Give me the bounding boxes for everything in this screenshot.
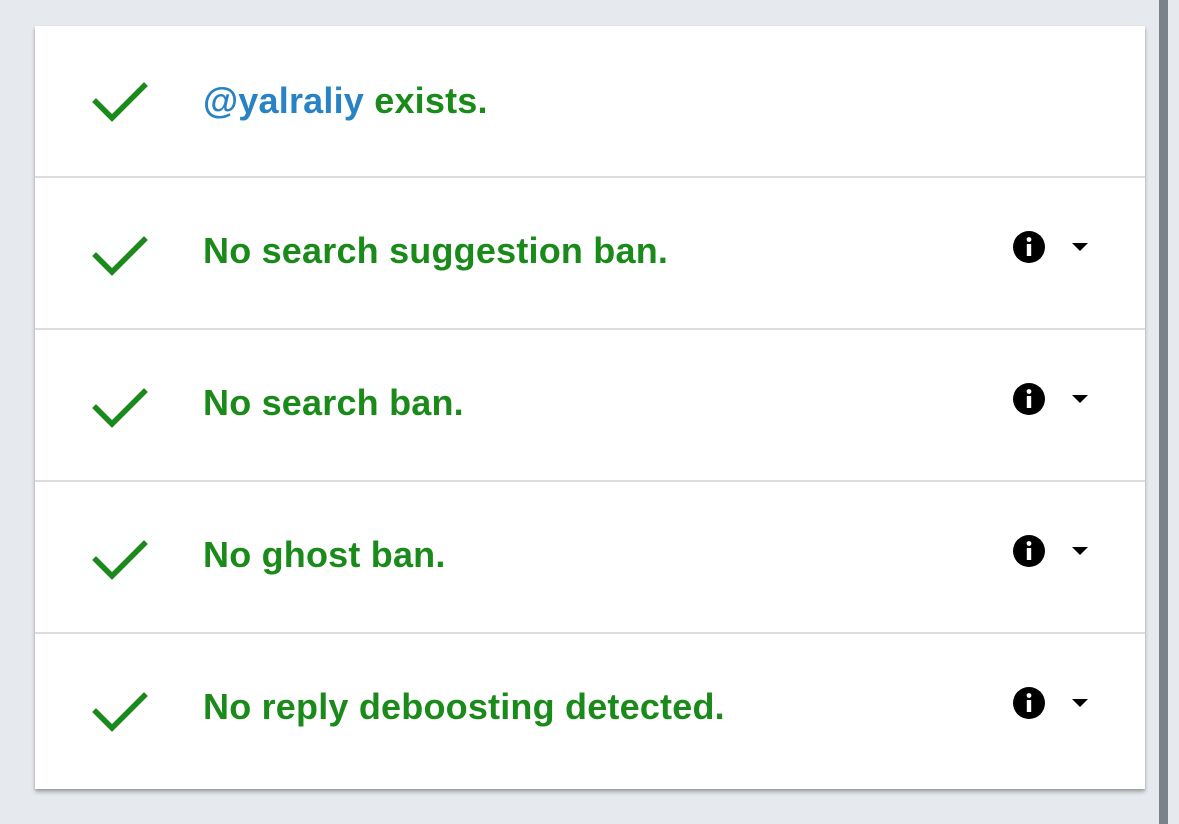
- info-icon[interactable]: [1012, 534, 1046, 568]
- result-text: No reply deboosting detected.: [203, 686, 725, 727]
- chevron-down-icon[interactable]: [1071, 698, 1089, 708]
- scrollbar[interactable]: [1159, 0, 1168, 824]
- result-row-search-ban[interactable]: No search ban.: [35, 330, 1145, 482]
- checkmark-icon: [92, 692, 148, 732]
- checkmark-icon: [92, 236, 148, 276]
- result-text-suffix: exists.: [364, 80, 488, 121]
- result-row-ghost-ban[interactable]: No ghost ban.: [35, 482, 1145, 634]
- result-row-reply-deboosting[interactable]: No reply deboosting detected.: [35, 634, 1145, 789]
- checkmark-icon: [92, 540, 148, 580]
- chevron-down-icon[interactable]: [1071, 394, 1089, 404]
- result-text: No ghost ban.: [203, 534, 446, 575]
- info-icon[interactable]: [1012, 230, 1046, 264]
- checkmark-icon: [92, 82, 148, 122]
- result-text: No search suggestion ban.: [203, 230, 669, 271]
- chevron-down-icon[interactable]: [1071, 546, 1089, 556]
- info-icon[interactable]: [1012, 382, 1046, 416]
- result-row-search-suggestion-ban[interactable]: No search suggestion ban.: [35, 178, 1145, 330]
- result-text: No search ban.: [203, 382, 464, 423]
- result-text: @yalraliy exists.: [203, 80, 488, 122]
- result-row-exists: @yalraliy exists.: [35, 26, 1145, 178]
- account-handle-link[interactable]: @yalraliy: [203, 80, 364, 121]
- chevron-down-icon[interactable]: [1071, 242, 1089, 252]
- checkmark-icon: [92, 388, 148, 428]
- results-card: @yalraliy exists. No search suggestion b…: [35, 26, 1145, 789]
- info-icon[interactable]: [1012, 686, 1046, 720]
